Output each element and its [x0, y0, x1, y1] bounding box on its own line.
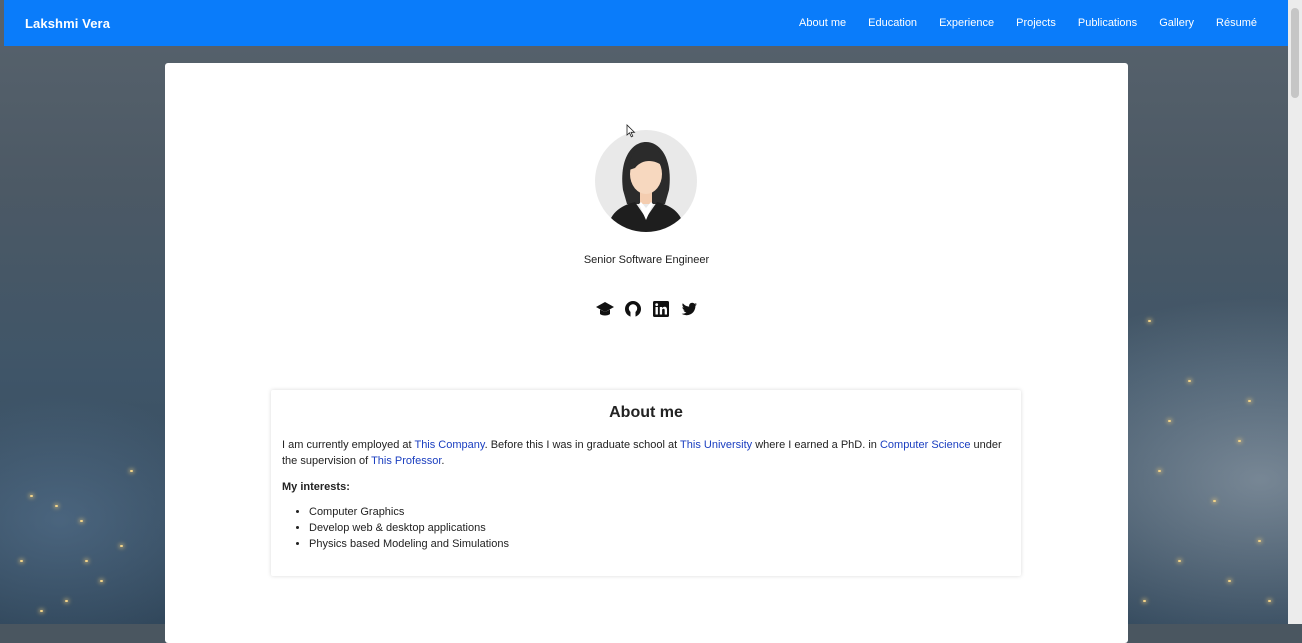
about-text-1: I am currently employed at — [282, 439, 415, 451]
main-card: Senior Software Engineer About me I am c… — [165, 63, 1128, 643]
interests-list: Computer Graphics Develop web & desktop … — [282, 504, 1010, 552]
social-links — [165, 299, 1128, 319]
nav-link-publications[interactable]: Publications — [1078, 17, 1137, 29]
city-lights-right — [1128, 0, 1288, 624]
city-lights-left — [0, 0, 165, 624]
nav-link-education[interactable]: Education — [868, 17, 917, 29]
about-me-section: About me I am currently employed at This… — [271, 390, 1021, 576]
list-item: Computer Graphics — [309, 504, 1010, 520]
list-item: Physics based Modeling and Simulations — [309, 536, 1010, 552]
about-text-5: . — [441, 455, 445, 467]
about-text-2: . Before this I was in graduate school a… — [484, 439, 681, 451]
github-icon[interactable] — [623, 299, 643, 319]
scrollbar-thumb[interactable] — [1291, 8, 1299, 98]
linkedin-icon[interactable] — [651, 299, 671, 319]
page-scrollbar[interactable] — [1288, 0, 1302, 624]
interests-label: My interests: — [282, 481, 350, 493]
avatar-illustration — [607, 142, 685, 232]
university-link[interactable]: This University — [680, 439, 752, 451]
top-navbar: Lakshmi Vera About me Education Experien… — [4, 0, 1288, 46]
nav-link-gallery[interactable]: Gallery — [1159, 17, 1194, 29]
nav-link-experience[interactable]: Experience — [939, 17, 994, 29]
about-heading: About me — [609, 404, 683, 421]
avatar — [595, 130, 697, 232]
list-item: Develop web & desktop applications — [309, 520, 1010, 536]
nav-link-about-me[interactable]: About me — [799, 17, 846, 29]
professor-link[interactable]: This Professor — [371, 455, 441, 467]
nav-link-resume[interactable]: Résumé — [1216, 17, 1257, 29]
nav-link-projects[interactable]: Projects — [1016, 17, 1056, 29]
mouse-cursor-icon — [626, 124, 636, 138]
site-brand[interactable]: Lakshmi Vera — [25, 16, 110, 31]
field-link[interactable]: Computer Science — [880, 439, 971, 451]
nav-links: About me Education Experience Projects P… — [799, 0, 1257, 46]
about-text-3: where I earned a PhD. in — [752, 439, 880, 451]
about-paragraph: I am currently employed at This Company.… — [282, 437, 1010, 469]
graduation-cap-icon[interactable] — [595, 299, 615, 319]
twitter-icon[interactable] — [679, 299, 699, 319]
job-title: Senior Software Engineer — [583, 254, 710, 266]
company-link[interactable]: This Company — [414, 439, 484, 451]
